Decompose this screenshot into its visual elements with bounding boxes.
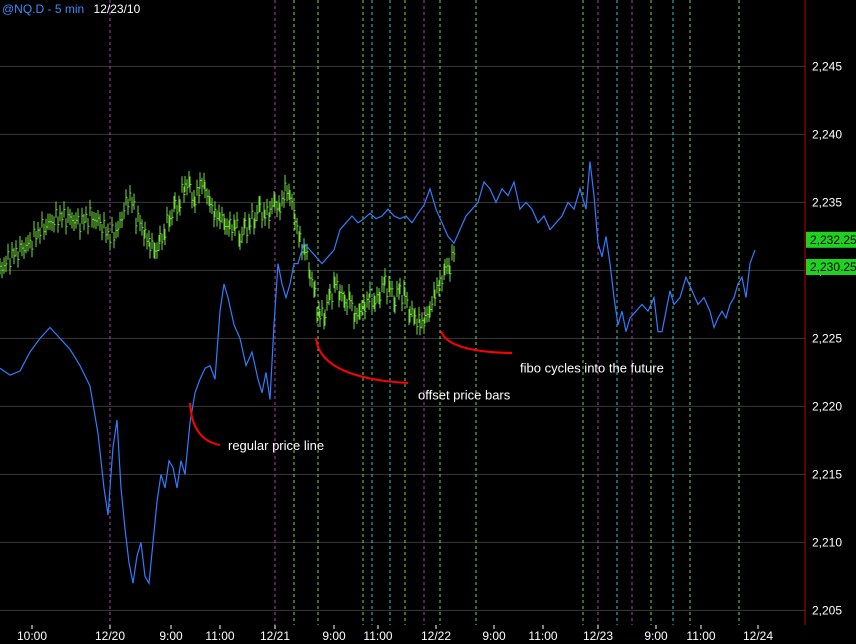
y-tick-label: 2,240: [812, 127, 842, 141]
x-tick-label: 12/22: [421, 629, 451, 643]
price-badge-label: 2,230.25: [810, 260, 856, 274]
y-tick-label: 2,205: [812, 603, 842, 617]
chart-title-bar: @NQ.D - 5 min 12/23/10: [2, 2, 140, 16]
y-tick-label: 2,225: [812, 331, 842, 345]
x-tick-label: 11:00: [528, 629, 557, 643]
date-label: 12/23/10: [93, 2, 141, 16]
chart-background: [0, 0, 856, 644]
x-tick-label: 12/24: [743, 629, 773, 643]
symbol-label: @NQ.D - 5 min: [2, 2, 85, 16]
y-tick-label: 2,220: [812, 399, 842, 413]
x-tick-label: 11:00: [205, 629, 234, 643]
x-tick-label: 12/23: [583, 629, 613, 643]
x-tick-label: 11:00: [363, 629, 392, 643]
x-tick-label: 9:00: [644, 629, 668, 643]
y-tick-label: 2,235: [812, 195, 842, 209]
x-tick-label: 11:00: [686, 629, 715, 643]
x-tick-label: 9:00: [159, 629, 183, 643]
x-tick-label: 12/21: [260, 629, 290, 643]
price-badge-label: 2,232.25: [810, 233, 856, 247]
x-tick-label: 9:00: [482, 629, 506, 643]
annotation-label: offset price bars: [418, 388, 511, 403]
y-tick-label: 2,215: [812, 467, 842, 481]
y-tick-label: 2,210: [812, 535, 842, 549]
price-chart[interactable]: regular price line offset price bars fibo …: [0, 0, 856, 644]
annotation-label: regular price line: [228, 438, 324, 453]
annotation-label: fibo cycles into the future: [520, 360, 664, 375]
y-tick-label: 2,245: [812, 59, 842, 73]
x-tick-label: 10:00: [17, 629, 47, 643]
x-tick-label: 9:00: [322, 629, 346, 643]
x-tick-label: 12/20: [95, 629, 125, 643]
